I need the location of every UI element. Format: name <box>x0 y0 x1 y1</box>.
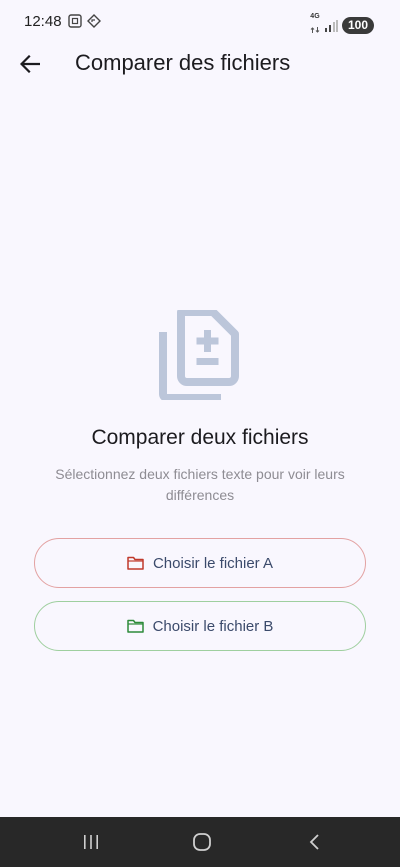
status-bar: 12:48 4G 100 <box>0 0 400 44</box>
data-arrows-icon <box>310 27 320 33</box>
screen: 12:48 4G 100 Comparer des fichiers Compa… <box>0 0 400 867</box>
home-icon <box>193 833 211 851</box>
page-title: Comparer des fichiers <box>75 50 291 75</box>
status-time: 12:48 <box>24 13 62 30</box>
app-bar: Comparer des fichiers <box>0 44 400 84</box>
folder-icon <box>127 556 144 570</box>
choose-file-b-label: Choisir le fichier B <box>152 617 274 635</box>
status-notification-icons <box>68 14 101 28</box>
status-system-icons: 4G 100 <box>310 13 374 38</box>
home-button[interactable] <box>190 830 214 854</box>
choose-file-a-button[interactable]: Choisir le fichier A <box>34 538 366 588</box>
system-nav-bar <box>0 817 400 867</box>
choose-file-b-button[interactable]: Choisir le fichier B <box>34 601 366 651</box>
navigation-icon <box>87 14 101 28</box>
recents-button[interactable] <box>79 830 103 854</box>
choose-file-a-label: Choisir le fichier A <box>152 554 274 572</box>
network-indicator: 4G <box>310 13 320 38</box>
file-diff-icon <box>159 310 239 400</box>
signal-icon <box>324 19 338 32</box>
back-button[interactable] <box>12 46 48 82</box>
battery-indicator: 100 <box>341 17 374 34</box>
system-back-button[interactable] <box>303 830 327 854</box>
empty-state-subtitle: Sélectionnez deux fichiers texte pour vo… <box>55 466 345 503</box>
screenshot-icon <box>68 14 82 28</box>
arrow-left-icon <box>20 55 40 73</box>
recents-icon <box>84 835 98 849</box>
network-label: 4G <box>310 13 320 20</box>
chevron-left-icon <box>309 834 319 850</box>
folder-icon <box>126 619 144 633</box>
empty-state-title: Comparer deux fichiers <box>91 426 309 449</box>
